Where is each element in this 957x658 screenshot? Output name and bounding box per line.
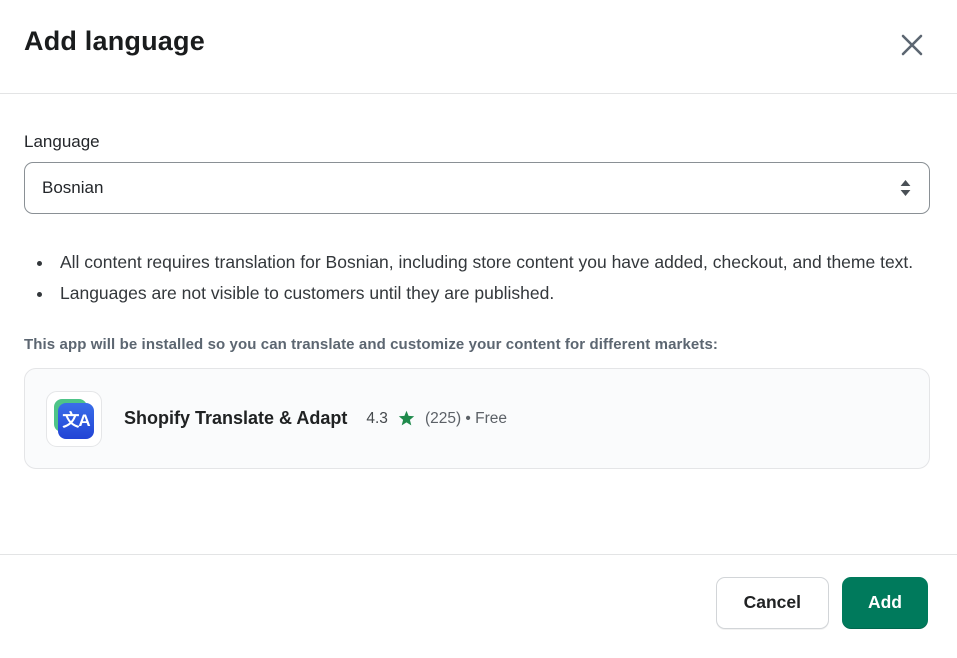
note-item-visibility: Languages are not visible to customers u… xyxy=(54,278,930,309)
modal-footer: Cancel Add xyxy=(0,555,957,658)
language-select[interactable]: Bosnian xyxy=(24,162,930,214)
select-updown-icon xyxy=(899,179,912,197)
close-button[interactable] xyxy=(895,28,929,62)
modal-header: Add language xyxy=(0,0,957,93)
close-icon xyxy=(899,32,925,58)
page-title: Add language xyxy=(24,26,205,57)
note-item-translation: All content requires translation for Bos… xyxy=(54,247,930,278)
notes-list: All content requires translation for Bos… xyxy=(54,247,930,309)
language-select-value: Bosnian xyxy=(42,178,103,198)
translate-glyph: 文A xyxy=(62,412,89,429)
language-field-label: Language xyxy=(24,132,930,152)
modal-body: Language Bosnian All content requires tr… xyxy=(0,94,957,554)
app-rating: 4.3 (225) • Free xyxy=(366,410,507,428)
rating-value: 4.3 xyxy=(366,410,388,428)
translate-adapt-app-icon: 文A xyxy=(46,391,102,447)
add-language-modal: Add language Language Bosnian All conten… xyxy=(0,0,957,658)
star-icon xyxy=(398,410,415,427)
cancel-button[interactable]: Cancel xyxy=(716,577,829,629)
icon-blue-square: 文A xyxy=(58,403,94,439)
app-install-note: This app will be installed so you can tr… xyxy=(24,336,930,353)
add-button[interactable]: Add xyxy=(842,577,928,629)
app-card: 文A Shopify Translate & Adapt 4.3 (225) •… xyxy=(24,368,930,469)
reviews-and-price: (225) • Free xyxy=(425,410,507,428)
app-name: Shopify Translate & Adapt xyxy=(124,408,347,429)
